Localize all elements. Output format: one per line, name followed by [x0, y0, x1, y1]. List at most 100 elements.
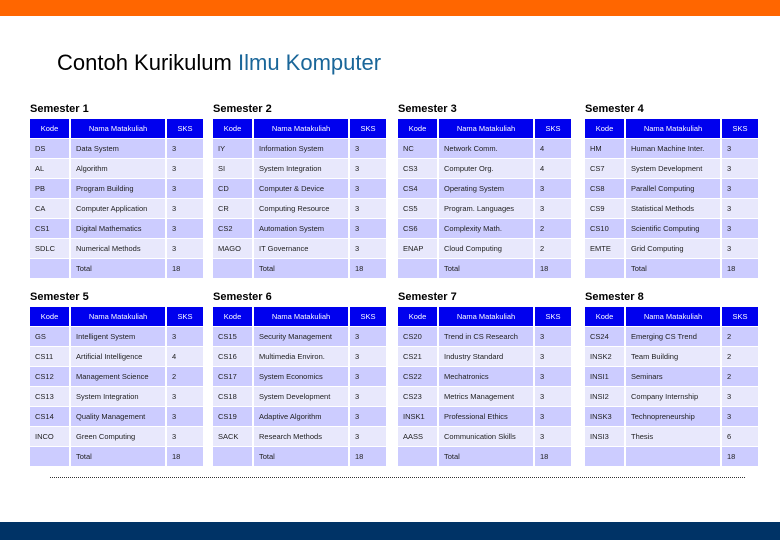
course-name: Data System — [71, 139, 165, 158]
course-credits: 3 — [167, 387, 203, 406]
table-row: CS14 Quality Management 3 — [30, 407, 203, 426]
table-row: INSK3 Technopreneurship 3 — [585, 407, 758, 426]
table-row: CS12 Management Science 2 — [30, 367, 203, 386]
semester-label: Semester 5 — [30, 291, 89, 303]
course-credits: 3 — [535, 347, 571, 366]
course-table: Kode Nama Matakuliah SKS CS20 Trend in CS Re… — [396, 306, 573, 467]
course-credits: 3 — [722, 219, 758, 238]
course-code: CS4 — [398, 179, 437, 198]
course-name: Technopreneurship — [626, 407, 720, 426]
table-header-row: Kode Nama Matakuliah SKS — [213, 119, 386, 138]
total-label: Total — [71, 259, 165, 278]
total-row: Total 18 — [398, 259, 571, 278]
course-name: Program. Languages — [439, 199, 533, 218]
course-credits: 3 — [350, 327, 386, 346]
column-header-sks: SKS — [722, 119, 758, 138]
course-code: CS5 — [398, 199, 437, 218]
total-code-cell — [585, 259, 624, 278]
table-row: CS7 System Development 3 — [585, 159, 758, 178]
total-row: Total 18 — [30, 259, 203, 278]
course-credits: 3 — [722, 387, 758, 406]
table-row: CS16 Multimedia Environ. 3 — [213, 347, 386, 366]
course-name: Complexity Math. — [439, 219, 533, 238]
column-header-sks: SKS — [350, 119, 386, 138]
column-header-nama: Nama Matakuliah — [626, 307, 720, 326]
course-credits: 3 — [167, 219, 203, 238]
table-row: EMTE Grid Computing 3 — [585, 239, 758, 258]
table-row: INSI1 Seminars 2 — [585, 367, 758, 386]
total-code-cell — [398, 447, 437, 466]
page-title-accent: Ilmu Komputer — [238, 50, 382, 75]
course-name: Trend in CS Research — [439, 327, 533, 346]
course-code: CS20 — [398, 327, 437, 346]
course-code: INSI2 — [585, 387, 624, 406]
course-name: Thesis — [626, 427, 720, 446]
semester-block: Semester 8 Kode Nama Matakuliah SKS CS24 Emer… — [585, 291, 760, 467]
course-table: Kode Nama Matakuliah SKS CS15 Security Manag… — [211, 306, 388, 467]
course-name: Multimedia Environ. — [254, 347, 348, 366]
column-header-kode: Kode — [585, 307, 624, 326]
course-code: INSI3 — [585, 427, 624, 446]
course-name: Grid Computing — [626, 239, 720, 258]
course-name: Quality Management — [71, 407, 165, 426]
course-name: Company Internship — [626, 387, 720, 406]
course-credits: 3 — [350, 159, 386, 178]
total-row: 18 — [585, 447, 758, 466]
table-row: CR Computing Resource 3 — [213, 199, 386, 218]
semester-block: Semester 6 Kode Nama Matakuliah SKS CS15 Secu… — [213, 291, 388, 467]
total-code-cell — [213, 259, 252, 278]
column-header-sks: SKS — [350, 307, 386, 326]
course-name: Automation System — [254, 219, 348, 238]
course-code: CS1 — [30, 219, 69, 238]
course-credits: 3 — [167, 327, 203, 346]
total-row: Total 18 — [398, 447, 571, 466]
course-code: CS6 — [398, 219, 437, 238]
total-credits: 18 — [167, 259, 203, 278]
total-label: Total — [254, 259, 348, 278]
table-header-row: Kode Nama Matakuliah SKS — [585, 307, 758, 326]
course-credits: 3 — [722, 199, 758, 218]
semester-block: Semester 2 Kode Nama Matakuliah SKS IY Inform… — [213, 103, 388, 279]
course-name: Security Management — [254, 327, 348, 346]
course-credits: 3 — [350, 347, 386, 366]
course-table: Kode Nama Matakuliah SKS CS24 Emerging CS Tr… — [583, 306, 760, 467]
course-credits: 3 — [535, 199, 571, 218]
course-credits: 3 — [167, 159, 203, 178]
total-row: Total 18 — [30, 447, 203, 466]
table-header-row: Kode Nama Matakuliah SKS — [398, 119, 571, 138]
course-name: Intelligent System — [71, 327, 165, 346]
total-credits: 18 — [350, 447, 386, 466]
course-name: Mechatronics — [439, 367, 533, 386]
course-name: Computer & Device — [254, 179, 348, 198]
course-name: Information System — [254, 139, 348, 158]
course-name: Scientific Computing — [626, 219, 720, 238]
course-code: PB — [30, 179, 69, 198]
course-code: SDLC — [30, 239, 69, 258]
course-name: Network Comm. — [439, 139, 533, 158]
table-row: HM Human Machine Inter. 3 — [585, 139, 758, 158]
course-name: Computer Org. — [439, 159, 533, 178]
table-row: CS18 System Development 3 — [213, 387, 386, 406]
total-code-cell — [30, 447, 69, 466]
course-credits: 3 — [167, 239, 203, 258]
course-code: AASS — [398, 427, 437, 446]
column-header-sks: SKS — [535, 119, 571, 138]
table-header-row: Kode Nama Matakuliah SKS — [213, 307, 386, 326]
course-credits: 3 — [350, 239, 386, 258]
course-credits: 2 — [722, 347, 758, 366]
top-accent-bar — [0, 0, 780, 16]
total-label: Total — [254, 447, 348, 466]
column-header-kode: Kode — [30, 307, 69, 326]
dotted-divider — [50, 477, 745, 478]
table-row: INSI3 Thesis 6 — [585, 427, 758, 446]
course-name: Program Building — [71, 179, 165, 198]
column-header-sks: SKS — [167, 119, 203, 138]
table-row: CS9 Statistical Methods 3 — [585, 199, 758, 218]
course-credits: 2 — [535, 239, 571, 258]
table-row: SI System Integration 3 — [213, 159, 386, 178]
total-credits: 18 — [535, 447, 571, 466]
total-code-cell — [398, 259, 437, 278]
course-code: INSK1 — [398, 407, 437, 426]
course-code: SACK — [213, 427, 252, 446]
table-row: INCO Green Computing 3 — [30, 427, 203, 446]
